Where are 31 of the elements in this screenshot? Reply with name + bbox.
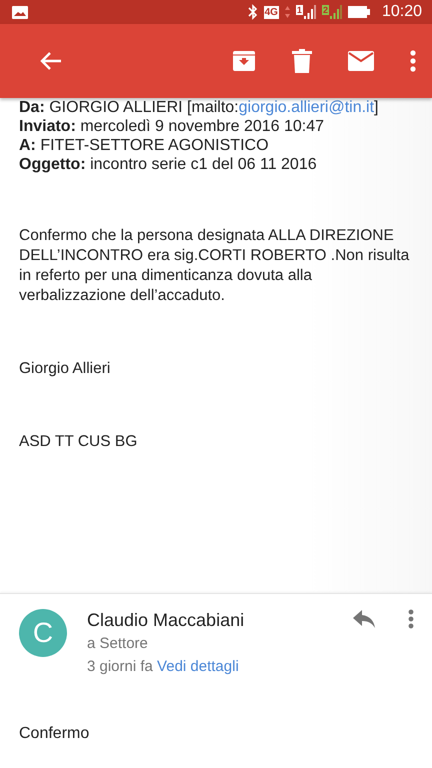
clock-time: 10:20: [382, 3, 422, 21]
more-options-icon: [410, 50, 416, 72]
sim-number: 2: [322, 5, 329, 15]
battery-icon: [348, 6, 370, 18]
header-line: A: FITET-SETTORE AGONISTICO: [19, 136, 270, 155]
more-options-icon: [408, 609, 414, 629]
sender-name: Claudio Maccabiani: [87, 609, 246, 632]
picture-notification-icon: [12, 6, 28, 18]
recipient-label: a Settore: [87, 634, 149, 654]
body-paragraph: ASD TT CUS BG: [19, 432, 138, 452]
data-arrows-icon: [284, 5, 290, 19]
avatar: C: [19, 609, 67, 657]
email-link[interactable]: giorgio.allieri@tin.it: [238, 99, 374, 116]
signal-icon: [330, 5, 342, 19]
body-paragraph: Confermo che la persona designata ALLA DIREZIONE DELL’INCONTRO era sig.CORTI ROBERTO .Non risulta in referto per una dimenticanza dovuta alla verbalizzazione dell’accaduto.: [19, 226, 410, 306]
signal-icon: [304, 5, 316, 19]
envelope-icon: [348, 51, 374, 71]
details-link[interactable]: Vedi dettagli: [157, 658, 239, 675]
sim-number: 1: [296, 5, 303, 15]
back-arrow-icon: [40, 51, 62, 71]
archive-icon: [232, 49, 256, 73]
header-line: Inviato: mercoledì 9 novembre 2016 10:47: [19, 117, 326, 136]
trash-icon: [292, 49, 312, 73]
header-line: Oggetto: incontro serie c1 del 06 11 2016: [19, 155, 318, 174]
relative-time: 3 giorni fa: [87, 658, 154, 675]
header-line: Da: GIORGIO ALLIERI [mailto:giorgio.allieri@tin.it]: [19, 98, 380, 117]
body-paragraph: Giorgio Allieri: [19, 359, 112, 379]
network-type-label: 4G: [264, 6, 279, 18]
reply-icon: [352, 609, 376, 629]
message-body: Confermo: [18, 724, 90, 743]
bluetooth-icon: [248, 4, 258, 20]
